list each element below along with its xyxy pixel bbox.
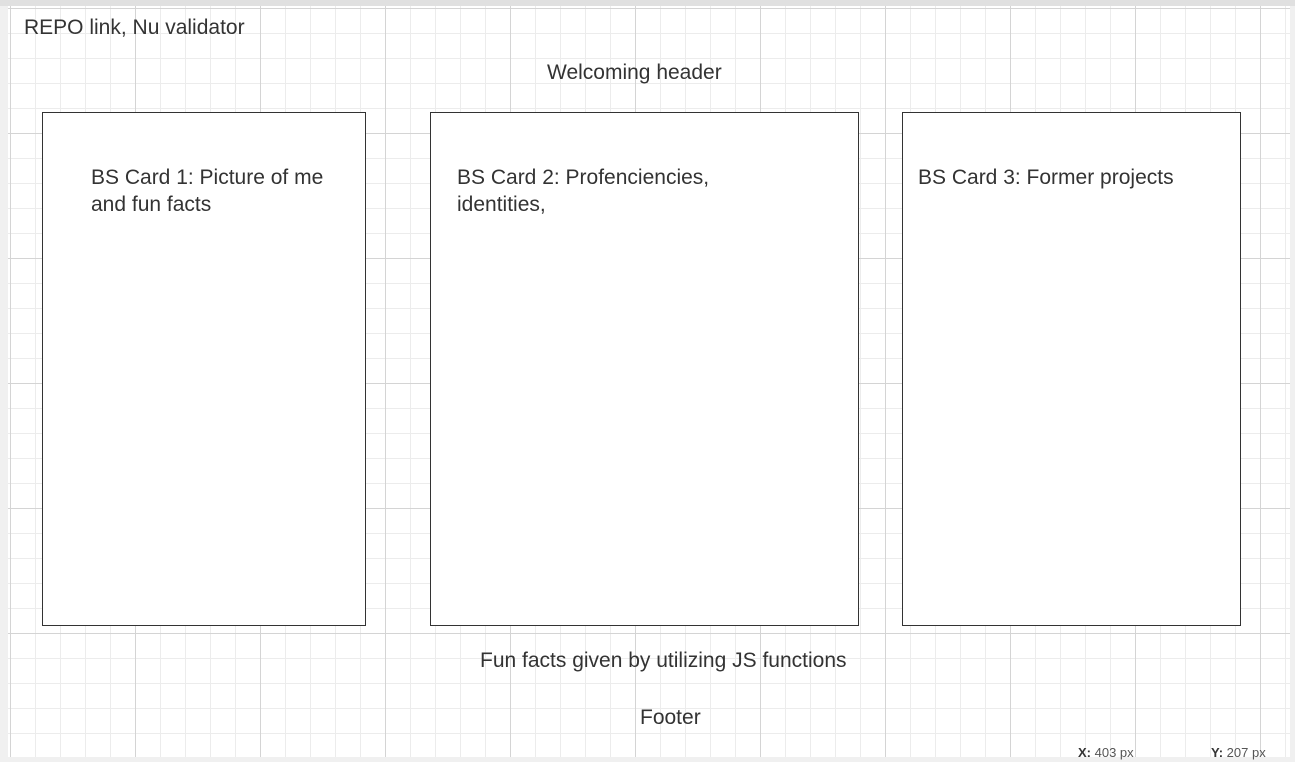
cursor-x-readout: X: 403 px (1078, 745, 1134, 760)
fun-facts-label[interactable]: Fun facts given by utilizing JS function… (480, 647, 847, 674)
card-1-text: BS Card 1: Picture of me and fun facts (91, 166, 324, 216)
cursor-y-readout: Y: 207 px (1211, 745, 1266, 760)
card-2[interactable]: BS Card 2: Profenciencies, identities, (430, 112, 859, 626)
footer-label[interactable]: Footer (640, 704, 701, 731)
cursor-y-value: 207 px (1226, 745, 1266, 760)
card-1[interactable]: BS Card 1: Picture of me and fun facts (42, 112, 366, 626)
card-2-text: BS Card 2: Profenciencies, identities, (457, 166, 710, 216)
welcoming-header-label[interactable]: Welcoming header (547, 59, 722, 86)
cursor-y-label: Y: (1211, 745, 1224, 760)
cursor-x-label: X: (1078, 745, 1091, 760)
cursor-x-value: 403 px (1094, 745, 1134, 760)
card-3[interactable]: BS Card 3: Former projects (902, 112, 1241, 626)
repo-link-label[interactable]: REPO link, Nu validator (24, 14, 245, 41)
card-3-text: BS Card 3: Former projects (918, 166, 1174, 189)
